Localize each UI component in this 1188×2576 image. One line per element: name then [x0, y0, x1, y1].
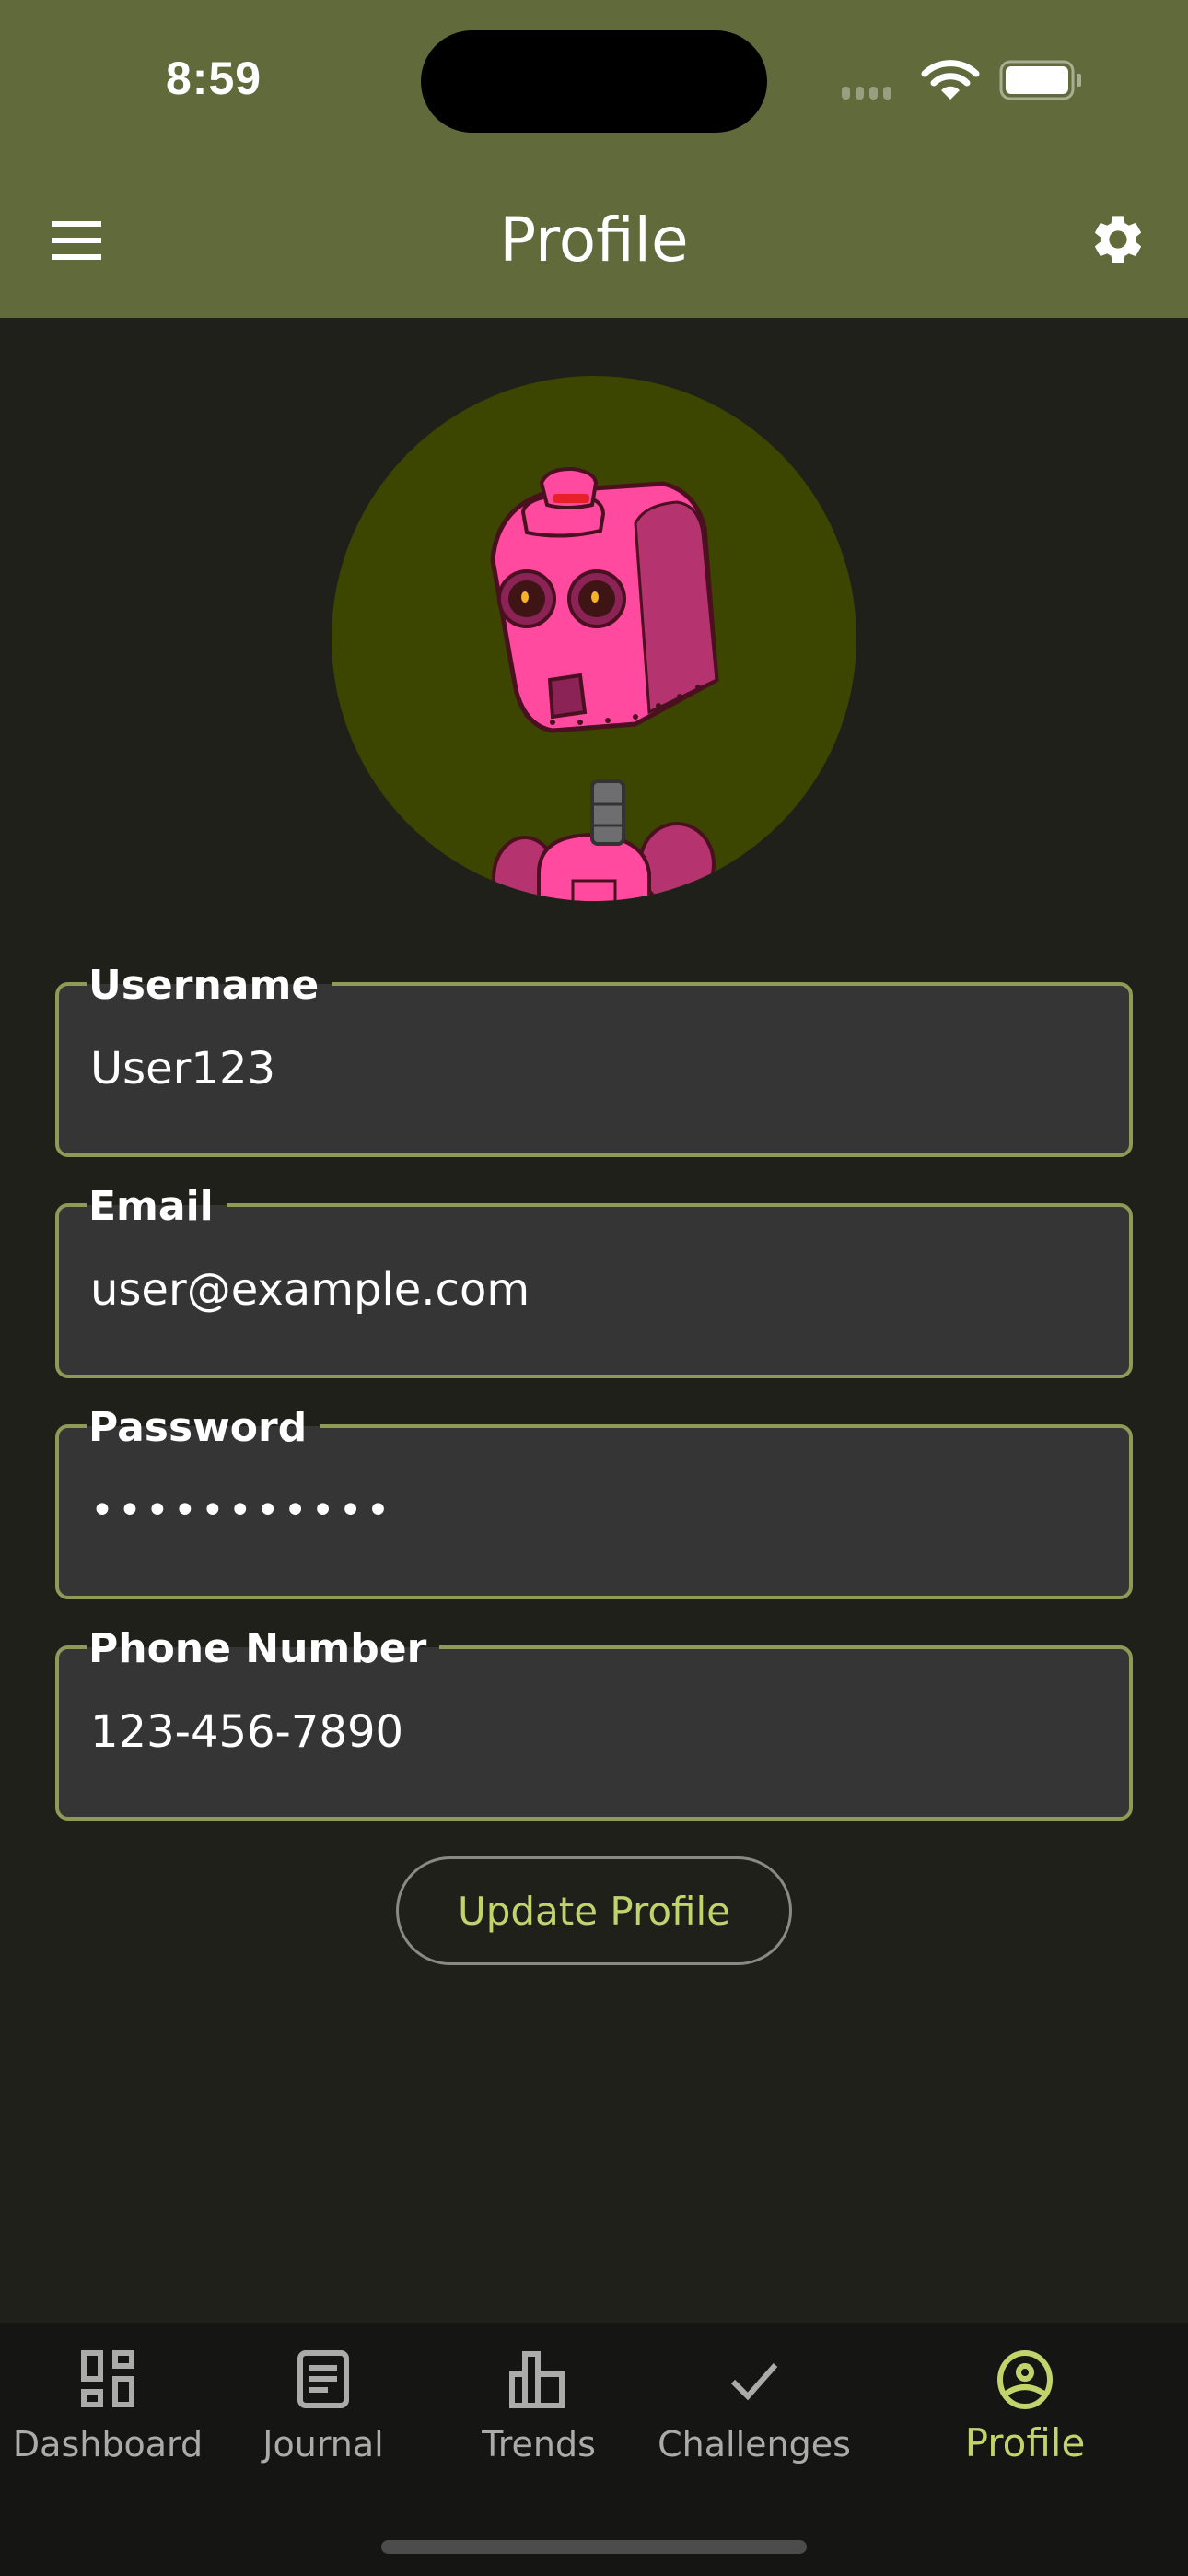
- nav-label-profile: Profile: [964, 2420, 1086, 2465]
- password-label: Password: [87, 1402, 320, 1454]
- cellular-signal-icon: [842, 87, 891, 100]
- nav-label-journal: Journal: [262, 2424, 384, 2465]
- journal-icon: [297, 2350, 349, 2408]
- nav-item-dashboard[interactable]: Dashboard: [0, 2323, 215, 2479]
- robot-avatar-image: [490, 466, 719, 901]
- account-circle-icon: [997, 2350, 1053, 2409]
- nav-item-profile[interactable]: Profile: [917, 2323, 1133, 2479]
- username-field[interactable]: Username User123: [55, 960, 1133, 1157]
- home-indicator[interactable]: [381, 2540, 807, 2554]
- phone-number-label: Phone Number: [87, 1623, 440, 1675]
- app-bar: 8:59 Profile: [0, 0, 1188, 318]
- update-profile-button[interactable]: Update Profile: [396, 1856, 792, 1965]
- dashboard-icon: [81, 2350, 134, 2407]
- bottom-navigation: Dashboard Journal Trends Challenges Prof…: [0, 2323, 1188, 2576]
- nav-label-dashboard: Dashboard: [12, 2424, 204, 2465]
- dynamic-island: [421, 30, 767, 133]
- profile-screen: 8:59 Profile Username User123 Email user…: [0, 0, 1188, 2576]
- checkmark-icon: [730, 2363, 778, 2401]
- nav-item-journal[interactable]: Journal: [215, 2323, 431, 2479]
- username-label: Username: [87, 960, 332, 1012]
- nav-item-trends[interactable]: Trends: [431, 2323, 646, 2479]
- email-value: user@example.com: [90, 1264, 530, 1316]
- email-field[interactable]: Email user@example.com: [55, 1181, 1133, 1378]
- nav-label-challenges: Challenges: [658, 2424, 851, 2465]
- bar-chart-icon: [509, 2351, 565, 2408]
- password-field[interactable]: Password •••••••••••: [55, 1402, 1133, 1599]
- battery-icon: [999, 60, 1081, 100]
- avatar[interactable]: [332, 376, 856, 901]
- username-value: User123: [90, 1043, 276, 1095]
- password-value: •••••••••••: [90, 1487, 394, 1534]
- email-label: Email: [87, 1181, 227, 1233]
- page-title: Profile: [499, 205, 689, 275]
- nav-item-challenges[interactable]: Challenges: [646, 2323, 862, 2479]
- wifi-icon: [921, 60, 980, 100]
- nav-label-trends: Trends: [482, 2424, 596, 2465]
- status-time: 8:59: [166, 53, 262, 104]
- phone-number-value: 123-456-7890: [90, 1706, 404, 1758]
- phone-number-field[interactable]: Phone Number 123-456-7890: [55, 1623, 1133, 1821]
- gear-icon[interactable]: [1089, 210, 1147, 269]
